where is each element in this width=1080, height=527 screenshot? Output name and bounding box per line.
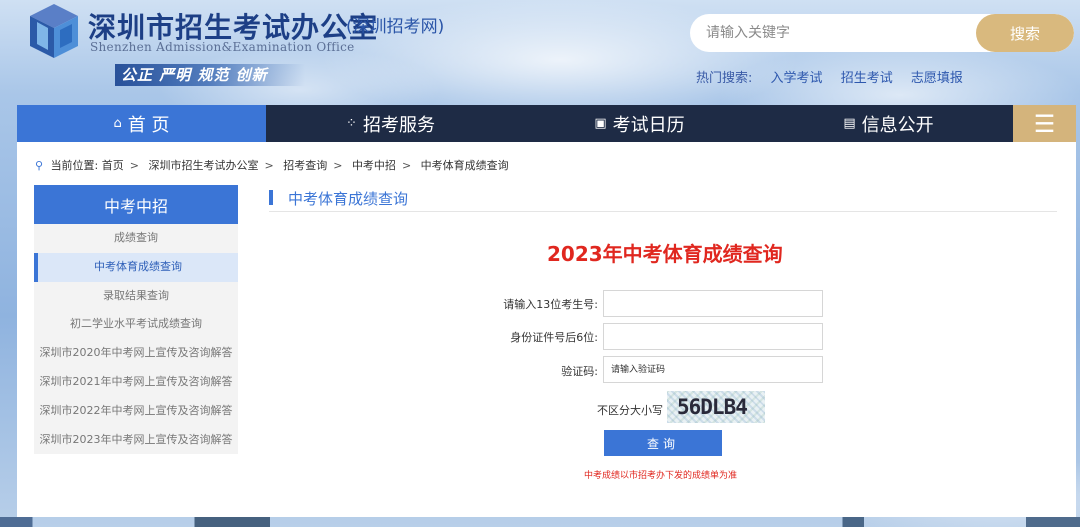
breadcrumb: ⚲ 当前位置: 首页 > 深圳市招生考试办公室 > 招考查询 > 中考中招 > 中考体育… bbox=[35, 157, 509, 173]
sidebar-title: 中考中招 bbox=[34, 185, 238, 224]
breadcrumb-separator: > bbox=[333, 159, 343, 172]
nav-item-calendar[interactable]: ▣ 考试日历 bbox=[515, 105, 764, 142]
sidebar-item-2020-consult[interactable]: 深圳市2020年中考网上宣传及咨询解答 bbox=[34, 339, 238, 368]
site-subtitle: (深圳招考网) bbox=[346, 17, 445, 37]
breadcrumb-zhongkao[interactable]: 中考中招 bbox=[352, 159, 396, 172]
nav-item-services[interactable]: ⁘ 招考服务 bbox=[266, 105, 515, 142]
nav-item-home[interactable]: ⌂ 首 页 bbox=[17, 105, 266, 142]
exam-number-label: 请输入13位考生号: bbox=[503, 298, 598, 311]
captcha-input[interactable] bbox=[603, 356, 823, 383]
breadcrumb-label: 当前位置: bbox=[50, 159, 99, 172]
sidebar-item-pe-score[interactable]: 中考体育成绩查询 bbox=[34, 252, 238, 282]
content-panel: ⚲ 当前位置: 首页 > 深圳市招生考试办公室 > 招考查询 > 中考中招 > 中考体育… bbox=[17, 142, 1076, 517]
sidebar-item-2023-consult[interactable]: 深圳市2023年中考网上宣传及咨询解答 bbox=[34, 426, 238, 455]
hot-search-label: 热门搜索: bbox=[696, 71, 753, 86]
nav-label: 考试日历 bbox=[612, 114, 685, 136]
nav-label: 招考服务 bbox=[362, 114, 435, 136]
search-button[interactable]: 搜索 bbox=[976, 14, 1074, 52]
section-header: 中考体育成绩查询 bbox=[269, 188, 1057, 212]
sidebar-item-2021-consult[interactable]: 深圳市2021年中考网上宣传及咨询解答 bbox=[34, 368, 238, 397]
breadcrumb-office[interactable]: 深圳市招生考试办公室 bbox=[149, 159, 259, 172]
sidebar-item-score-query[interactable]: 成绩查询 bbox=[34, 224, 238, 253]
hot-link-entrance-exam[interactable]: 入学考试 bbox=[771, 71, 823, 86]
id-suffix-input[interactable] bbox=[603, 323, 823, 350]
grid-icon: ⁘ bbox=[346, 116, 357, 131]
sidebar: 中考中招 成绩查询 中考体育成绩查询 录取结果查询 初二学业水平考试成绩查询 深… bbox=[34, 185, 238, 454]
hot-search: 热门搜索: 入学考试 招生考试 志愿填报 bbox=[696, 67, 977, 86]
breadcrumb-current[interactable]: 中考体育成绩查询 bbox=[421, 159, 509, 172]
section-title: 中考体育成绩查询 bbox=[288, 190, 409, 208]
search-box: 搜索 bbox=[690, 14, 1074, 52]
nav-label: 首 页 bbox=[127, 114, 170, 136]
hot-link-application[interactable]: 志愿填报 bbox=[911, 71, 963, 86]
breadcrumb-query[interactable]: 招考查询 bbox=[283, 159, 327, 172]
form-title: 2023年中考体育成绩查询 bbox=[547, 242, 783, 266]
score-disclaimer: 中考成绩以市招考办下发的成绩单为准 bbox=[584, 471, 738, 481]
sidebar-item-grade8-score[interactable]: 初二学业水平考试成绩查询 bbox=[34, 310, 238, 339]
sidebar-item-2022-consult[interactable]: 深圳市2022年中考网上宣传及咨询解答 bbox=[34, 397, 238, 426]
breadcrumb-home[interactable]: 首页 bbox=[102, 159, 124, 172]
case-insensitive-note: 不区分大小写 bbox=[597, 404, 663, 417]
slogan: 公正 严明 规范 创新 bbox=[115, 64, 305, 86]
hamburger-menu-icon[interactable]: ☰ bbox=[1013, 105, 1076, 142]
query-button[interactable]: 查询 bbox=[604, 430, 722, 456]
city-skyline bbox=[0, 517, 1080, 527]
captcha-image[interactable]: 56DLB4 bbox=[667, 391, 765, 423]
exam-number-input[interactable] bbox=[603, 290, 823, 317]
section-accent-bar bbox=[269, 190, 273, 205]
location-pin-icon: ⚲ bbox=[35, 159, 44, 172]
breadcrumb-separator: > bbox=[129, 159, 139, 172]
hot-link-admission-exam[interactable]: 招生考试 bbox=[841, 71, 893, 86]
breadcrumb-separator: > bbox=[401, 159, 412, 172]
id-suffix-label: 身份证件号后6位: bbox=[510, 331, 598, 344]
site-title-en: Shenzhen Admission&Examination Office bbox=[90, 40, 355, 54]
nav-item-disclosure[interactable]: ▤ 信息公开 bbox=[764, 105, 1013, 142]
document-icon: ▤ bbox=[843, 116, 856, 131]
captcha-label: 验证码: bbox=[561, 365, 598, 378]
home-icon: ⌂ bbox=[113, 116, 122, 131]
sidebar-item-admission-result[interactable]: 录取结果查询 bbox=[34, 282, 238, 311]
main-nav: ⌂ 首 页 ⁘ 招考服务 ▣ 考试日历 ▤ 信息公开 ☰ bbox=[17, 105, 1076, 142]
calendar-icon: ▣ bbox=[594, 116, 607, 131]
nav-label: 信息公开 bbox=[861, 114, 934, 136]
breadcrumb-separator: > bbox=[264, 159, 274, 172]
search-input[interactable] bbox=[690, 14, 980, 52]
cube-logo-icon bbox=[30, 4, 78, 58]
